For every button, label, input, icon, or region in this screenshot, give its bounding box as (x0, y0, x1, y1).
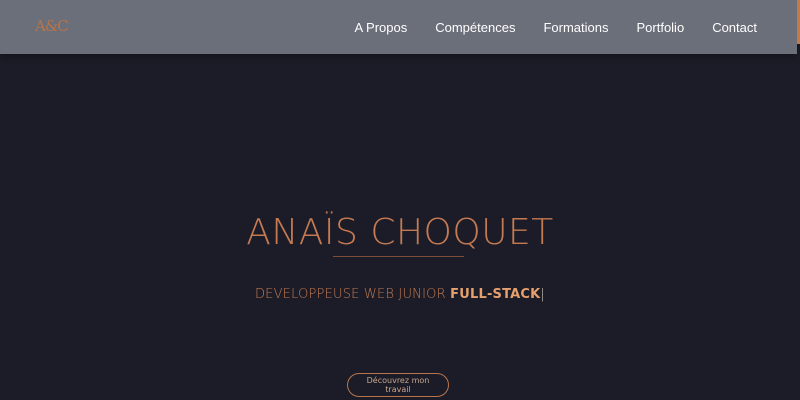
typing-cursor: | (540, 287, 546, 302)
subtitle-highlight: FULL-STACK (450, 287, 541, 302)
hero-name: ANAÏS CHOQUET (246, 212, 554, 254)
hero-divider (333, 256, 464, 257)
nav-link-formations[interactable]: Formations (543, 20, 608, 35)
nav-link-contact[interactable]: Contact (712, 20, 757, 35)
page: A&C A Propos Compétences Formations Port… (0, 0, 800, 400)
logo[interactable]: A&C (35, 17, 69, 35)
navbar: A&C A Propos Compétences Formations Port… (0, 0, 797, 54)
nav-link-a-propos[interactable]: A Propos (354, 20, 407, 35)
discover-work-button[interactable]: Découvrez mon travail (347, 373, 449, 397)
nav-link-portfolio[interactable]: Portfolio (636, 20, 684, 35)
hero-subtitle: DEVELOPPEUSE WEB JUNIOR FULL-STACK| (0, 287, 800, 302)
nav-menu: A Propos Compétences Formations Portfoli… (354, 0, 757, 54)
nav-link-competences[interactable]: Compétences (435, 20, 515, 35)
subtitle-prefix: DEVELOPPEUSE WEB JUNIOR (254, 287, 451, 302)
